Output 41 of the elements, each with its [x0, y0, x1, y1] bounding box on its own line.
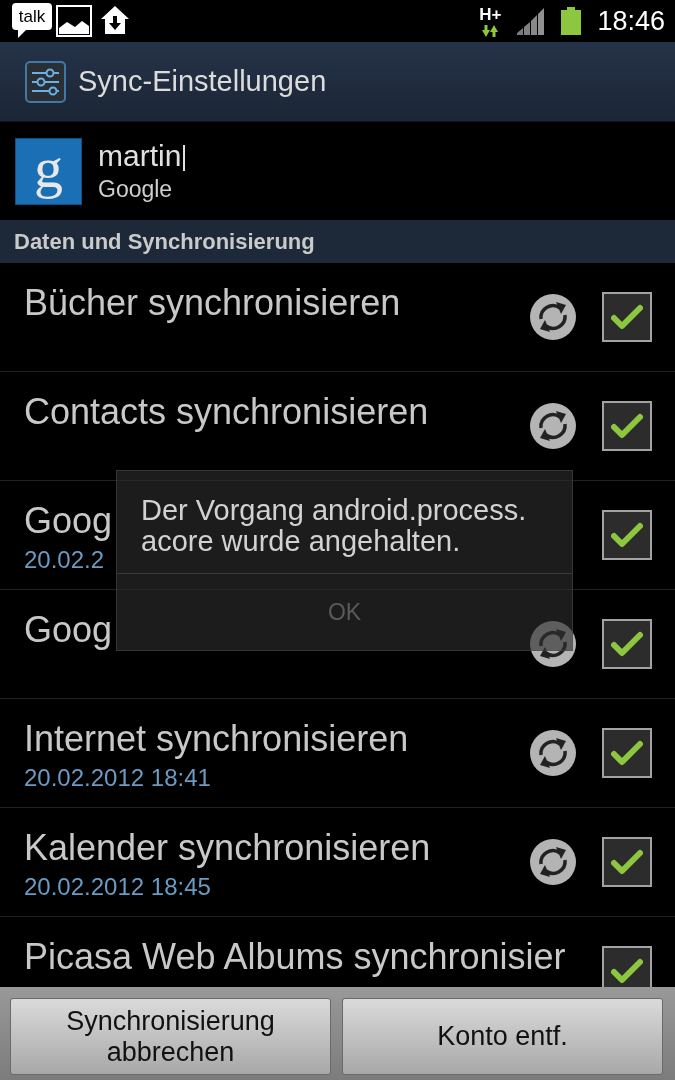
data-arrows-icon: [481, 24, 500, 37]
sync-item-title: Picasa Web Albums synchronisier: [24, 937, 566, 977]
sync-item-title: Goog: [24, 501, 113, 541]
checkbox[interactable]: [602, 837, 652, 887]
checkbox[interactable]: [602, 510, 652, 560]
checkmark-icon: [611, 522, 643, 548]
sync-item-title: Contacts synchronisieren: [24, 392, 429, 432]
action-button[interactable]: Konto entf.: [342, 998, 663, 1075]
last-sync-date: 20.02.2012 18:45: [24, 872, 211, 902]
checkbox[interactable]: [602, 401, 652, 451]
text-cursor-icon: [183, 145, 186, 171]
signal-icon: [517, 7, 546, 35]
account-name: martin: [98, 138, 182, 174]
network-type-label: H+: [479, 5, 502, 23]
home-download-icon: [100, 5, 130, 35]
sliders-icon: [25, 60, 66, 103]
checkmark-icon: [611, 740, 643, 766]
last-sync-date: 20.02.2: [24, 545, 105, 575]
checkmark-icon: [611, 849, 643, 875]
checkmark-icon: [611, 304, 643, 330]
checkbox[interactable]: [602, 946, 652, 987]
sync-item-title: Kalender synchronisieren: [24, 828, 431, 868]
checkbox[interactable]: [602, 619, 652, 669]
checkbox[interactable]: [602, 292, 652, 342]
checkmark-icon: [611, 413, 643, 439]
checkbox[interactable]: [602, 728, 652, 778]
sync-item-title: Goog: [24, 610, 113, 650]
last-sync-date: 20.02.2012 18:41: [24, 763, 211, 793]
dialog-message: Der Vorgang android.process.acore wurde angehalten.: [140, 493, 528, 559]
section-header: Daten und Synchronisierung: [0, 220, 675, 263]
account-logo: g: [15, 137, 82, 205]
checkmark-icon: [611, 631, 643, 657]
image-icon: [56, 5, 92, 37]
checkmark-icon: [611, 958, 643, 984]
sync-item-title: Internet synchronisieren: [24, 719, 409, 759]
account-type: Google: [98, 175, 174, 204]
screen-title: Sync-Einstellungen: [78, 65, 327, 98]
sync-item-title: Bücher synchronisieren: [24, 283, 401, 323]
action-button[interactable]: Synchronisierung abbrechen: [10, 998, 331, 1075]
battery-icon: [561, 7, 582, 35]
clock-time: 18:46: [597, 5, 665, 37]
